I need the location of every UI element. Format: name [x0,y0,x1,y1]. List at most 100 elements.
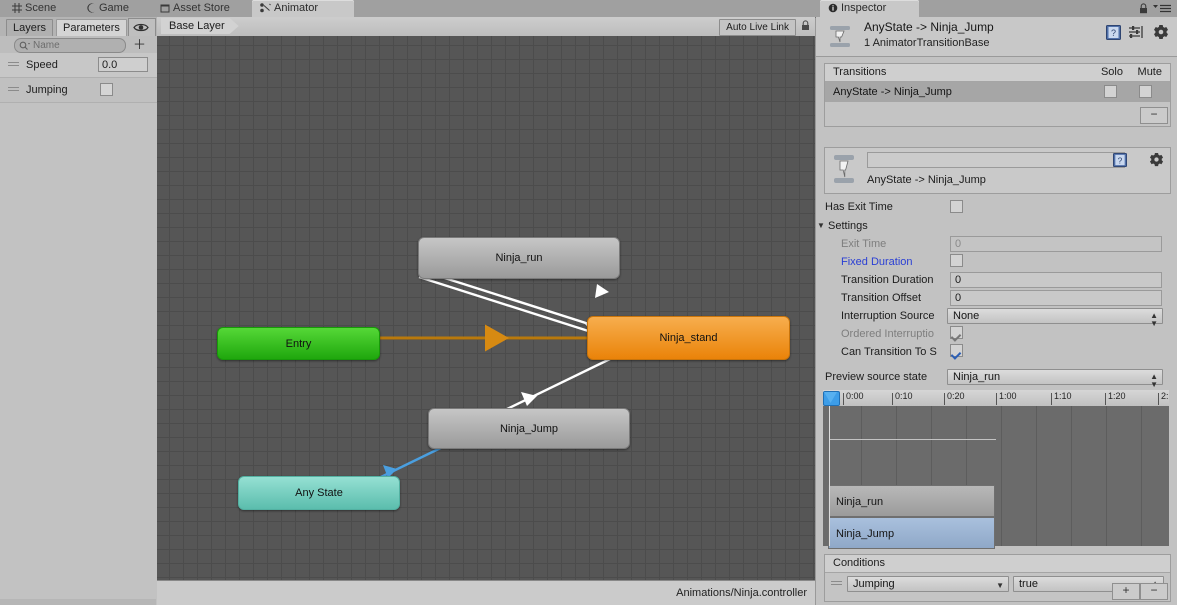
preview-source-state-dropdown[interactable]: Ninja_run ▲ ▼ [947,369,1163,389]
mute-column-label: Mute [1137,66,1162,78]
interruption-source-value: None [953,310,980,322]
chevron-updown-icon: ▲▼ [1150,311,1158,328]
svg-text:?: ? [1111,28,1116,38]
timeline-tick-label: 1:20 [1108,391,1126,401]
inspector-title: AnyState -> Ninja_Jump [864,20,994,34]
chevron-down-icon: ▼ [996,581,1004,590]
has-exit-time-label: Has Exit Time [825,201,893,213]
settings-label: Settings [828,220,868,232]
subtab-parameters[interactable]: Parameters [56,19,127,37]
transition-row[interactable]: AnyState -> Ninja_Jump [825,82,1170,102]
fixed-duration-checkbox[interactable] [950,254,963,267]
exit-time-field[interactable]: 0 [950,236,1162,252]
has-exit-time-checkbox[interactable] [950,200,963,213]
graph-toolbar: Base Layer Auto Live Link [157,17,815,37]
tab-asset-store[interactable]: Asset Store [152,0,238,17]
can-transition-to-self-checkbox[interactable] [950,344,963,357]
tab-inspector[interactable]: Inspector [820,0,919,17]
lock-icon[interactable] [1139,3,1148,17]
transition-name-input[interactable] [867,152,1125,168]
timeline-tick-label: 0:10 [895,391,913,401]
transition-asset-icon [831,153,857,190]
interruption-source-label: Interruption Source [841,310,935,322]
transitions-list-header: Transitions Solo Mute [825,64,1170,82]
timeline-body[interactable]: Ninja_run Ninja_Jump [823,406,1169,549]
add-condition-button[interactable]: + [1112,583,1140,600]
parameter-name-speed: Speed [26,59,58,71]
preset-icon[interactable] [1129,25,1144,42]
timeline-clip-source[interactable]: Ninja_run [828,485,995,517]
tab-scene-label: Scene [25,2,57,14]
svg-text:?: ? [1118,155,1123,165]
ordered-interruption-checkbox[interactable] [950,326,963,339]
graph-node-label: Ninja_stand [659,332,718,344]
parameter-checkbox-jumping[interactable] [100,83,113,96]
timeline-clip-destination[interactable]: Ninja_Jump [828,517,995,549]
help-icon[interactable]: ? [1106,25,1121,43]
breadcrumb[interactable]: Base Layer [161,18,239,34]
chevron-down-icon: ▼ [817,221,825,230]
gear-icon[interactable] [1149,153,1164,170]
inspector-header: AnyState -> Ninja_Jump 1 AnimatorTransit… [816,17,1177,57]
help-icon[interactable]: ? [1113,153,1127,170]
animator-window-tabbar: Scene Game Asset Store Animator [0,0,816,18]
conditions-header: Conditions [825,555,1170,573]
exit-time-label: Exit Time [841,238,887,250]
drag-handle-icon[interactable] [8,87,19,93]
transition-row-label: AnyState -> Ninja_Jump [833,86,952,98]
remove-condition-button[interactable]: − [1140,583,1168,600]
eye-icon[interactable] [128,18,156,37]
solo-column-label: Solo [1100,66,1123,78]
condition-operator-value: true [1019,578,1038,590]
can-transition-to-self-label: Can Transition To S [841,346,937,358]
condition-parameter-dropdown[interactable]: Jumping ▼ [847,576,1009,592]
graph-status-bar: Animations/Ninja.controller [157,580,815,605]
timeline-tick-label: 2: [1161,391,1169,401]
tab-animator-label: Animator [274,2,319,14]
timeline-playhead[interactable] [829,390,830,546]
transition-solo-checkbox[interactable] [1104,85,1117,98]
remove-transition-button[interactable]: − [1140,107,1168,124]
subtab-layers[interactable]: Layers [6,19,54,37]
graph-node-ninja-stand[interactable]: Ninja_stand [587,316,790,360]
transition-timeline[interactable]: 0:00 0:10 0:20 1:00 1:10 1:20 2: Ninja_r… [823,390,1169,549]
tab-animator[interactable]: Animator [252,0,354,17]
search-icon [19,41,30,53]
timeline-tick-label: 1:10 [1054,391,1072,401]
transition-mute-checkbox[interactable] [1139,85,1152,98]
search-input[interactable]: Name [14,38,126,53]
inspector-subtitle: 1 AnimatorTransitionBase [864,37,990,49]
drag-handle-icon[interactable] [831,581,842,586]
auto-live-link-button[interactable]: Auto Live Link [719,19,796,36]
plus-icon[interactable]: ＋ [133,38,146,51]
transition-asset-icon [826,23,854,51]
timeline-ruler[interactable]: 0:00 0:10 0:20 1:00 1:10 1:20 2: [823,390,1169,407]
parameter-row-jumping[interactable]: Jumping [0,78,157,103]
transition-duration-field[interactable]: 0 [950,272,1162,288]
state-machine-graph[interactable]: Ninja_run Ninja_stand Entry Ninja_Jump A… [157,36,815,598]
tab-scene[interactable]: Scene [4,0,64,17]
graph-node-ninja-jump[interactable]: Ninja_Jump [428,408,630,449]
controller-path-label: Animations/Ninja.controller [676,587,807,599]
parameter-search-row: Name ＋ [0,36,158,53]
tab-game[interactable]: Game [78,0,137,17]
inspector-panel: AnyState -> Ninja_Jump 1 AnimatorTransit… [816,17,1177,605]
parameter-row-speed[interactable]: Speed 0.0 [0,53,157,78]
fixed-duration-label: Fixed Duration [841,256,913,268]
tab-game-label: Game [99,2,129,14]
drag-handle-icon[interactable] [8,62,19,68]
transition-offset-field[interactable]: 0 [950,290,1162,306]
gear-icon[interactable] [1153,25,1169,43]
parameter-value-speed[interactable]: 0.0 [98,57,148,72]
timeline-playhead-handle[interactable] [823,391,840,406]
interruption-source-dropdown[interactable]: None ▲ ▼ [947,308,1163,328]
condition-parameter-value: Jumping [853,578,895,590]
graph-node-entry[interactable]: Entry [217,327,380,360]
graph-lock-icon[interactable] [801,20,810,31]
hamburger-menu-icon[interactable] [1153,4,1171,16]
graph-node-any-state[interactable]: Any State [238,476,400,510]
graph-node-ninja-run[interactable]: Ninja_run [418,237,620,279]
graph-node-label: Ninja_Jump [499,422,559,435]
transition-duration-label: Transition Duration [841,274,934,286]
graph-node-label: Any State [295,487,343,499]
